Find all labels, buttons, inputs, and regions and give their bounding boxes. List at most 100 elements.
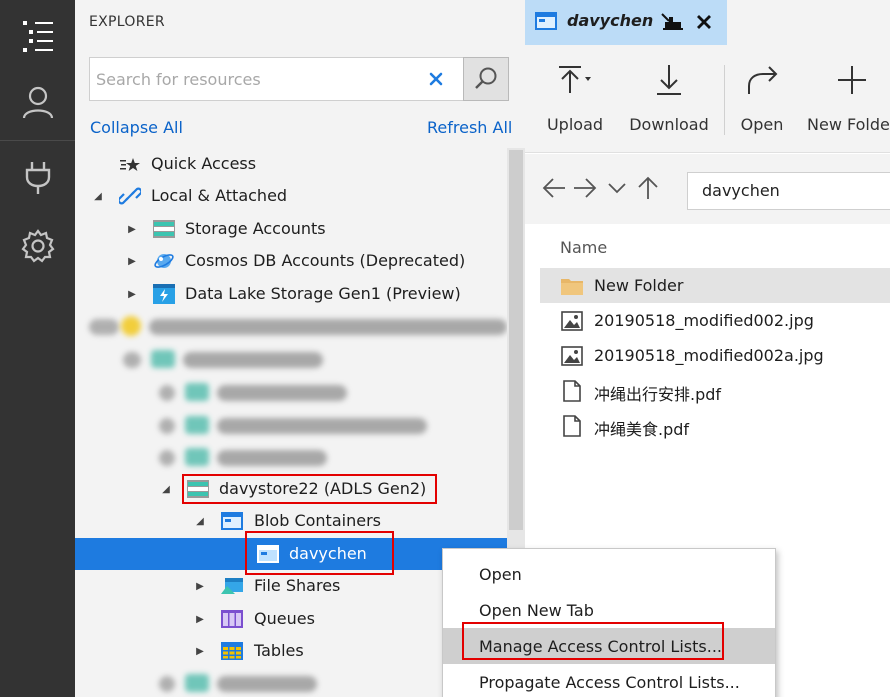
blob-container-icon [221,510,243,532]
document-file-icon [560,379,584,403]
image-file-icon [560,309,584,333]
search-input[interactable] [90,58,420,100]
search-button[interactable] [463,57,509,101]
tree-item-redacted[interactable] [75,310,507,342]
collapsed-triangle-icon[interactable]: ▶ [193,612,207,626]
tree-item-redacted[interactable] [75,441,507,473]
tree-label: Cosmos DB Accounts (Deprecated) [185,251,466,270]
tree-label: Quick Access [151,154,257,173]
list-item[interactable]: 冲绳美食.pdf [540,408,890,443]
collapsed-triangle-icon[interactable]: ▶ [125,287,139,301]
file-name: New Folder [594,276,684,295]
menu-item-open[interactable]: Open [443,556,775,592]
tree-label: davychen [289,544,367,563]
tree-item-blob-containers[interactable]: ◢ Blob Containers [75,505,507,537]
list-item[interactable]: New Folder [540,268,890,303]
collapsed-triangle-icon[interactable]: ▶ [193,579,207,593]
collapsed-triangle-icon[interactable]: ▶ [125,222,139,236]
menu-item-open-new-tab[interactable]: Open New Tab [443,592,775,628]
tree-item-redacted[interactable] [75,376,507,408]
column-header-name[interactable]: Name [560,238,607,257]
redacted-region [183,352,323,368]
redacted-region [185,674,209,692]
search-icon [475,67,497,89]
redacted-region [149,319,507,335]
tree-item-quick-access[interactable]: Quick Access [75,148,507,180]
folder-icon [560,274,584,298]
expanded-triangle-icon[interactable]: ◢ [193,514,207,528]
expanded-triangle-icon[interactable]: ◢ [159,482,173,496]
redacted-region [159,676,175,692]
tree-label: Blob Containers [254,511,381,530]
image-file-icon [560,344,584,368]
upload-label: Upload [546,115,604,134]
explorer-icon[interactable] [0,6,75,66]
storage-account-icon [153,218,175,240]
link-icon [119,185,141,207]
redacted-region [159,418,175,434]
clear-icon[interactable] [423,66,449,92]
expanded-triangle-icon[interactable]: ◢ [91,189,105,203]
tree-item-cosmos-db[interactable]: ▶ Cosmos DB Accounts (Deprecated) [75,245,507,277]
pin-icon[interactable] [661,13,683,35]
data-lake-icon [153,283,175,305]
tab-label: davychen [567,11,654,30]
download-button[interactable]: Download [627,45,711,153]
collapsed-triangle-icon[interactable]: ▶ [193,644,207,658]
upload-button[interactable]: Upload [543,45,607,153]
open-button[interactable]: Open [737,45,787,153]
tree-label: Storage Accounts [185,219,326,238]
cosmos-db-icon [153,250,175,272]
navigation-bar: davychen [525,154,890,224]
address-input[interactable]: davychen [687,172,890,210]
tree-scrollbar-thumb[interactable] [509,150,523,530]
chevron-down-icon[interactable] [607,181,627,199]
list-item[interactable]: 冲绳出行安排.pdf [540,373,890,408]
list-item[interactable]: 20190518_modified002.jpg [540,303,890,338]
forward-arrow-icon[interactable] [573,178,597,202]
tree-item-data-lake[interactable]: ▶ Data Lake Storage Gen1 (Preview) [75,278,507,310]
tree-label: Tables [254,641,304,660]
list-item[interactable]: 20190518_modified002a.jpg [540,338,890,373]
file-name: 冲绳出行安排.pdf [594,385,722,404]
redacted-region [185,416,209,434]
tree-item-redacted[interactable] [75,409,507,441]
tree-item-davystore22[interactable]: ◢ davystore22 (ADLS Gen2) [75,473,507,505]
table-icon [221,640,243,662]
gear-icon[interactable] [0,216,75,276]
account-icon[interactable] [0,72,75,132]
document-file-icon [560,414,584,438]
close-tab-icon[interactable] [697,15,711,33]
new-folder-label: New Folder [807,115,890,134]
tab-bar: davychen [525,0,890,45]
activity-separator [0,140,75,141]
menu-item-propagate-acl[interactable]: Propagate Access Control Lists... [443,664,775,697]
tree-label: Queues [254,609,315,628]
plug-icon[interactable] [0,148,75,208]
back-arrow-icon[interactable] [542,178,566,202]
plus-icon [807,45,890,115]
open-label: Open [740,115,784,134]
up-arrow-icon[interactable] [638,176,658,204]
tree-label: File Shares [254,576,341,595]
tree-item-storage-accounts[interactable]: ▶ Storage Accounts [75,213,507,245]
file-name: 20190518_modified002.jpg [594,311,814,330]
collapse-all-link[interactable]: Collapse All [90,118,183,137]
tree-item-redacted[interactable] [75,343,507,375]
search-box [89,57,509,101]
tab-davychen[interactable]: davychen [525,0,727,45]
context-menu: Open Open New Tab Manage Access Control … [442,548,776,697]
redacted-region [185,383,209,401]
blob-container-icon [535,12,557,34]
new-folder-button[interactable]: New Folder [807,45,890,153]
storage-account-icon [187,478,209,500]
collapsed-triangle-icon[interactable]: ▶ [125,254,139,268]
menu-item-manage-acl[interactable]: Manage Access Control Lists... [443,628,775,664]
tree-item-local-attached[interactable]: ◢ Local & Attached [75,180,507,212]
open-arrow-icon [745,45,779,115]
activity-bar [0,0,75,697]
quick-access-icon [119,154,141,176]
toolbar-separator [724,65,725,135]
file-share-icon [221,575,243,597]
refresh-all-link[interactable]: Refresh All [427,118,512,137]
